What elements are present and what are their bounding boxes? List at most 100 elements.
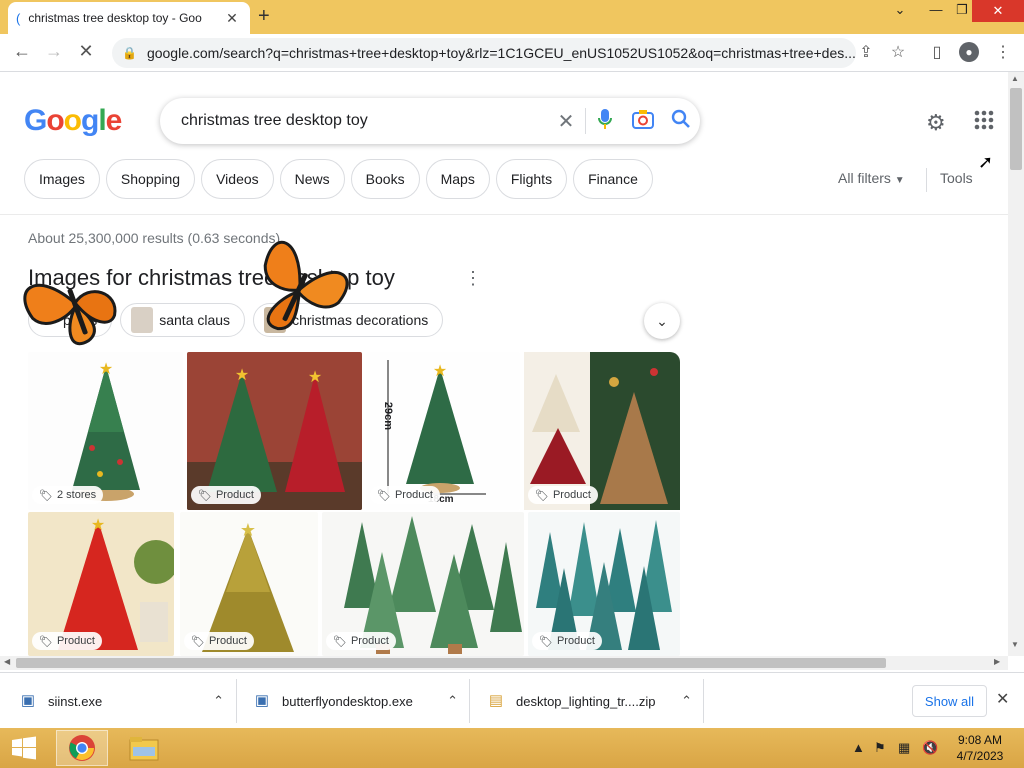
image-result[interactable]: ★ ★ 🏷 Product: [187, 352, 362, 510]
vertical-scroll-thumb[interactable]: [1010, 88, 1022, 170]
tab-maps[interactable]: Maps: [425, 159, 490, 199]
back-button[interactable]: ←: [10, 41, 34, 62]
share-icon[interactable]: ⇪: [855, 42, 877, 62]
download-separator: [469, 679, 470, 723]
scroll-left-icon[interactable]: ◀: [4, 657, 10, 666]
tag-label: 2 stores: [56, 489, 97, 501]
window-close-button[interactable]: ✕: [972, 0, 1024, 22]
tag-icon: 🏷: [191, 635, 205, 648]
download-filename: desktop_lighting_tr....zip: [516, 693, 656, 709]
filters-divider: [926, 168, 927, 192]
tag-icon: 🏷: [198, 489, 212, 502]
search-icon[interactable]: [662, 109, 700, 134]
bookmark-star-icon[interactable]: ☆: [887, 42, 909, 62]
side-panel-icon[interactable]: ▯: [926, 42, 948, 62]
chevron-up-icon[interactable]: ⌃: [681, 693, 702, 709]
exe-file-icon: ▣: [254, 692, 270, 709]
chrome-taskbar-icon[interactable]: [56, 730, 108, 766]
tab-news[interactable]: News: [279, 159, 345, 199]
voice-search-icon[interactable]: [586, 108, 624, 135]
image-result[interactable]: ★ 🏷 Product: [180, 512, 318, 656]
scroll-right-icon[interactable]: ▶: [994, 657, 1000, 666]
tag-icon: 🏷: [539, 635, 553, 648]
butterfly-icon[interactable]: [20, 248, 130, 368]
download-item[interactable]: ▤ desktop_lighting_tr....zip ⌃: [486, 673, 702, 729]
stop-loading-button[interactable]: ✕: [74, 41, 98, 62]
result-tag: 🏷 Product: [32, 632, 102, 650]
exe-file-icon: ▣: [20, 692, 36, 709]
result-tag: 🏷 2 stores: [32, 486, 104, 504]
show-all-downloads-button[interactable]: Show all: [912, 685, 987, 717]
horizontal-scroll-thumb[interactable]: [16, 658, 886, 668]
active-tab[interactable]: ( christmas tree desktop toy - Goo ✕: [8, 2, 250, 34]
header-divider: [0, 214, 1008, 215]
mouse-cursor-icon: ➚: [978, 152, 994, 172]
close-downloads-icon[interactable]: ✕: [996, 689, 1009, 709]
scroll-up-icon[interactable]: ▲: [1011, 74, 1019, 83]
windows-start-icon[interactable]: [4, 730, 44, 766]
butterfly-icon[interactable]: [244, 230, 354, 350]
url-text: google.com/search?q=christmas+tree+deskt…: [146, 45, 856, 61]
expand-refinements-button[interactable]: ⌄: [644, 303, 680, 339]
refine-chip-santa-claus[interactable]: santa claus: [120, 303, 246, 337]
tag-icon: 🏷: [535, 489, 549, 502]
tag-label: Product: [556, 635, 595, 647]
svg-text:★: ★: [308, 369, 322, 386]
all-filters-button[interactable]: All filters ▼: [838, 170, 905, 186]
image-result[interactable]: 🏷 Product: [528, 512, 680, 656]
loading-spinner-icon: (: [16, 10, 21, 26]
tab-flights[interactable]: Flights: [495, 159, 568, 199]
clock-time: 9:08 AM: [957, 733, 1003, 747]
browser-menu-icon[interactable]: ⋮: [992, 42, 1014, 62]
tab-shopping[interactable]: Shopping: [105, 159, 196, 199]
file-explorer-icon[interactable]: [122, 730, 166, 766]
download-separator: [236, 679, 237, 723]
clear-search-icon[interactable]: ✕: [547, 109, 585, 134]
image-result[interactable]: 🏷 Product: [524, 352, 680, 510]
image-result[interactable]: ★ 🏷 2 stores: [28, 352, 183, 510]
tag-label: Product: [215, 489, 254, 501]
image-result[interactable]: ★ 🏷 Product: [28, 512, 174, 656]
caret-down-icon: ▼: [894, 175, 905, 186]
more-options-icon[interactable]: ⋮: [464, 268, 482, 289]
forward-button[interactable]: →: [42, 41, 66, 62]
tab-close-icon[interactable]: ✕: [222, 10, 242, 27]
show-hidden-icons[interactable]: ▲: [852, 740, 865, 755]
scroll-down-icon[interactable]: ▼: [1011, 640, 1019, 649]
image-search-icon[interactable]: [624, 109, 662, 134]
tab-books[interactable]: Books: [350, 159, 420, 199]
tab-images[interactable]: Images: [24, 159, 100, 199]
new-tab-button[interactable]: +: [258, 5, 270, 28]
profile-avatar-icon[interactable]: ●: [958, 42, 980, 62]
settings-gear-icon[interactable]: ⚙: [926, 110, 946, 136]
google-logo[interactable]: Google: [24, 104, 122, 138]
search-results-page: Google christmas tree desktop toy ✕ ⚙ Im…: [0, 72, 1008, 656]
search-box[interactable]: christmas tree desktop toy ✕: [160, 98, 700, 144]
image-result[interactable]: ★ 29cm 18cm 🏷 Product: [366, 352, 520, 510]
search-input[interactable]: christmas tree desktop toy: [181, 112, 547, 130]
tools-button[interactable]: Tools: [940, 170, 973, 186]
tab-videos[interactable]: Videos: [201, 159, 274, 199]
result-tag: 🏷 Product: [528, 486, 598, 504]
tag-label: Product: [350, 635, 389, 647]
result-tag: 🏷 Product: [184, 632, 254, 650]
tab-finance[interactable]: Finance: [573, 159, 653, 199]
action-center-flag-icon[interactable]: ⚑: [874, 740, 886, 756]
tag-label: Product: [552, 489, 591, 501]
chevron-up-icon[interactable]: ⌃: [213, 693, 234, 709]
network-icon[interactable]: ▦: [898, 740, 910, 756]
chevron-up-icon[interactable]: ⌃: [447, 693, 468, 709]
santa-thumbnail: [131, 307, 154, 333]
tag-label: Product: [208, 635, 247, 647]
address-bar[interactable]: 🔒 google.com/search?q=christmas+tree+des…: [112, 38, 856, 68]
volume-muted-icon[interactable]: 🔇: [922, 740, 938, 756]
height-dimension-label: 29cm: [382, 401, 395, 431]
google-apps-icon[interactable]: [974, 110, 994, 135]
system-clock[interactable]: 9:08 AM 4/7/2023: [944, 732, 1016, 764]
tab-search-icon[interactable]: ⌄: [880, 2, 920, 22]
download-item[interactable]: ▣ butterflyondesktop.exe ⌃: [252, 673, 468, 729]
result-stats: About 25,300,000 results (0.63 seconds): [28, 230, 281, 246]
tag-label: Product: [394, 489, 433, 501]
download-item[interactable]: ▣ siinst.exe ⌃: [18, 673, 234, 729]
image-result[interactable]: 🏷 Product: [322, 512, 524, 656]
